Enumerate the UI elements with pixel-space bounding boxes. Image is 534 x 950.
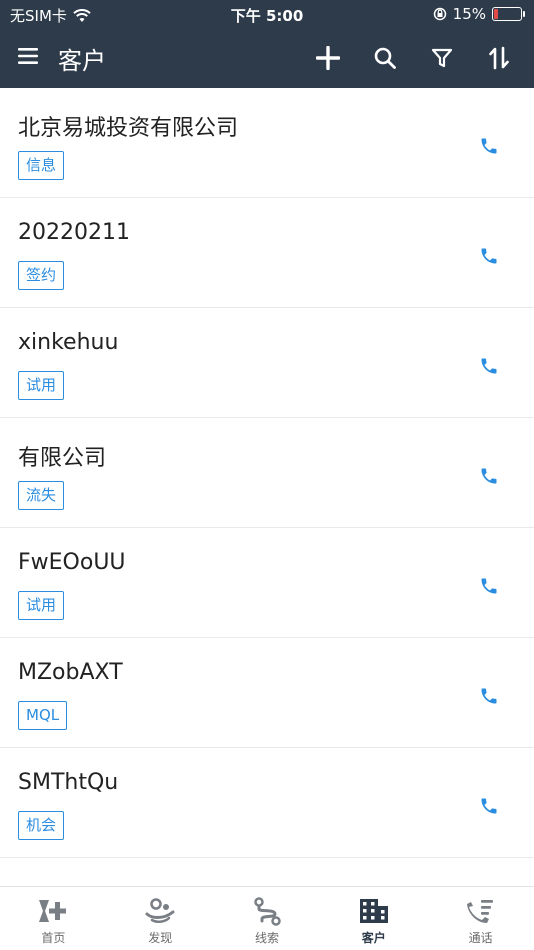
plus-icon [315,46,340,70]
search-icon [374,47,396,69]
call-button[interactable] [476,793,502,819]
filter-icon [431,48,452,68]
customer-stage-tag: 流失 [18,481,65,510]
customer-name: 有限公司 [18,446,107,471]
orientation-lock-icon [433,7,446,21]
leads-icon [254,897,281,926]
menu-button[interactable] [18,47,40,65]
customer-row[interactable]: SMThtQu 机会 [0,748,534,858]
battery-icon [492,7,525,21]
battery-percent: 15% [452,5,486,23]
add-button[interactable] [306,40,349,76]
tab-label: 客户 [361,931,386,945]
tab-bar: 首页 发现 线索 客户 通话 [0,886,534,950]
customer-list: 北京易城投资有限公司 信息 20220211 签约 xinkehuu 试用 有限… [0,88,534,886]
customer-name: 20220211 [18,220,130,245]
customer-name: SMThtQu [18,770,119,795]
phone-icon [481,248,497,264]
tab-customers[interactable]: 客户 [320,887,427,950]
customer-name: 北京易城投资有限公司 [18,116,239,141]
tab-discover[interactable]: 发现 [107,887,214,950]
customer-row[interactable]: xinkehuu 试用 [0,308,534,418]
status-bar: 无SIM卡 下午 5:00 15% [0,0,534,28]
tab-leads[interactable]: 线索 [214,887,321,950]
page-title: 客户 [58,47,106,75]
customer-stage-tag: MQL [18,701,68,730]
phone-icon [481,578,497,594]
tab-label: 首页 [41,931,66,945]
phone-icon [481,468,497,484]
status-time: 下午 5:00 [230,7,304,25]
call-button[interactable] [476,353,502,379]
search-button[interactable] [363,40,406,76]
customer-row[interactable]: 有限公司 流失 [0,418,534,528]
tab-label: 发现 [148,931,173,945]
home-icon [39,900,67,922]
customer-stage-tag: 试用 [18,371,65,400]
customer-row[interactable]: FwEOoUU 试用 [0,528,534,638]
customer-row[interactable]: MZobAXT MQL [0,638,534,748]
phone-icon [481,688,497,704]
menu-icon [18,48,38,64]
phone-icon [481,798,497,814]
customer-stage-tag: 机会 [18,811,65,840]
filter-button[interactable] [420,40,463,76]
customer-stage-tag: 签约 [18,261,65,290]
discover-icon [145,898,175,923]
call-button[interactable] [476,133,502,159]
tab-home[interactable]: 首页 [0,887,107,950]
status-right: 15% [433,5,525,23]
sort-icon [488,46,509,70]
customer-name: MZobAXT [18,660,123,685]
call-button[interactable] [476,683,502,709]
call-button[interactable] [476,463,502,489]
phone-icon [481,138,497,154]
nav-actions [306,40,520,76]
call-button[interactable] [476,243,502,269]
top-bar: 无SIM卡 下午 5:00 15% 客户 [0,0,534,88]
customer-row[interactable]: 北京易城投资有限公司 信息 [0,88,534,198]
building-icon [359,899,388,923]
phone-icon [481,358,497,374]
battery-fill [494,9,498,19]
tab-label: 通话 [468,931,493,945]
tab-label: 线索 [254,931,279,945]
customer-stage-tag: 试用 [18,591,65,620]
customer-name: xinkehuu [18,330,119,355]
call-log-icon [466,900,493,923]
customer-row[interactable]: 20220211 签约 [0,198,534,308]
tab-calls[interactable]: 通话 [427,887,534,950]
customer-name: FwEOoUU [18,550,126,575]
customer-stage-tag: 信息 [18,151,65,180]
sort-button[interactable] [477,40,520,76]
nav-bar: 客户 [0,28,534,88]
call-button[interactable] [476,573,502,599]
